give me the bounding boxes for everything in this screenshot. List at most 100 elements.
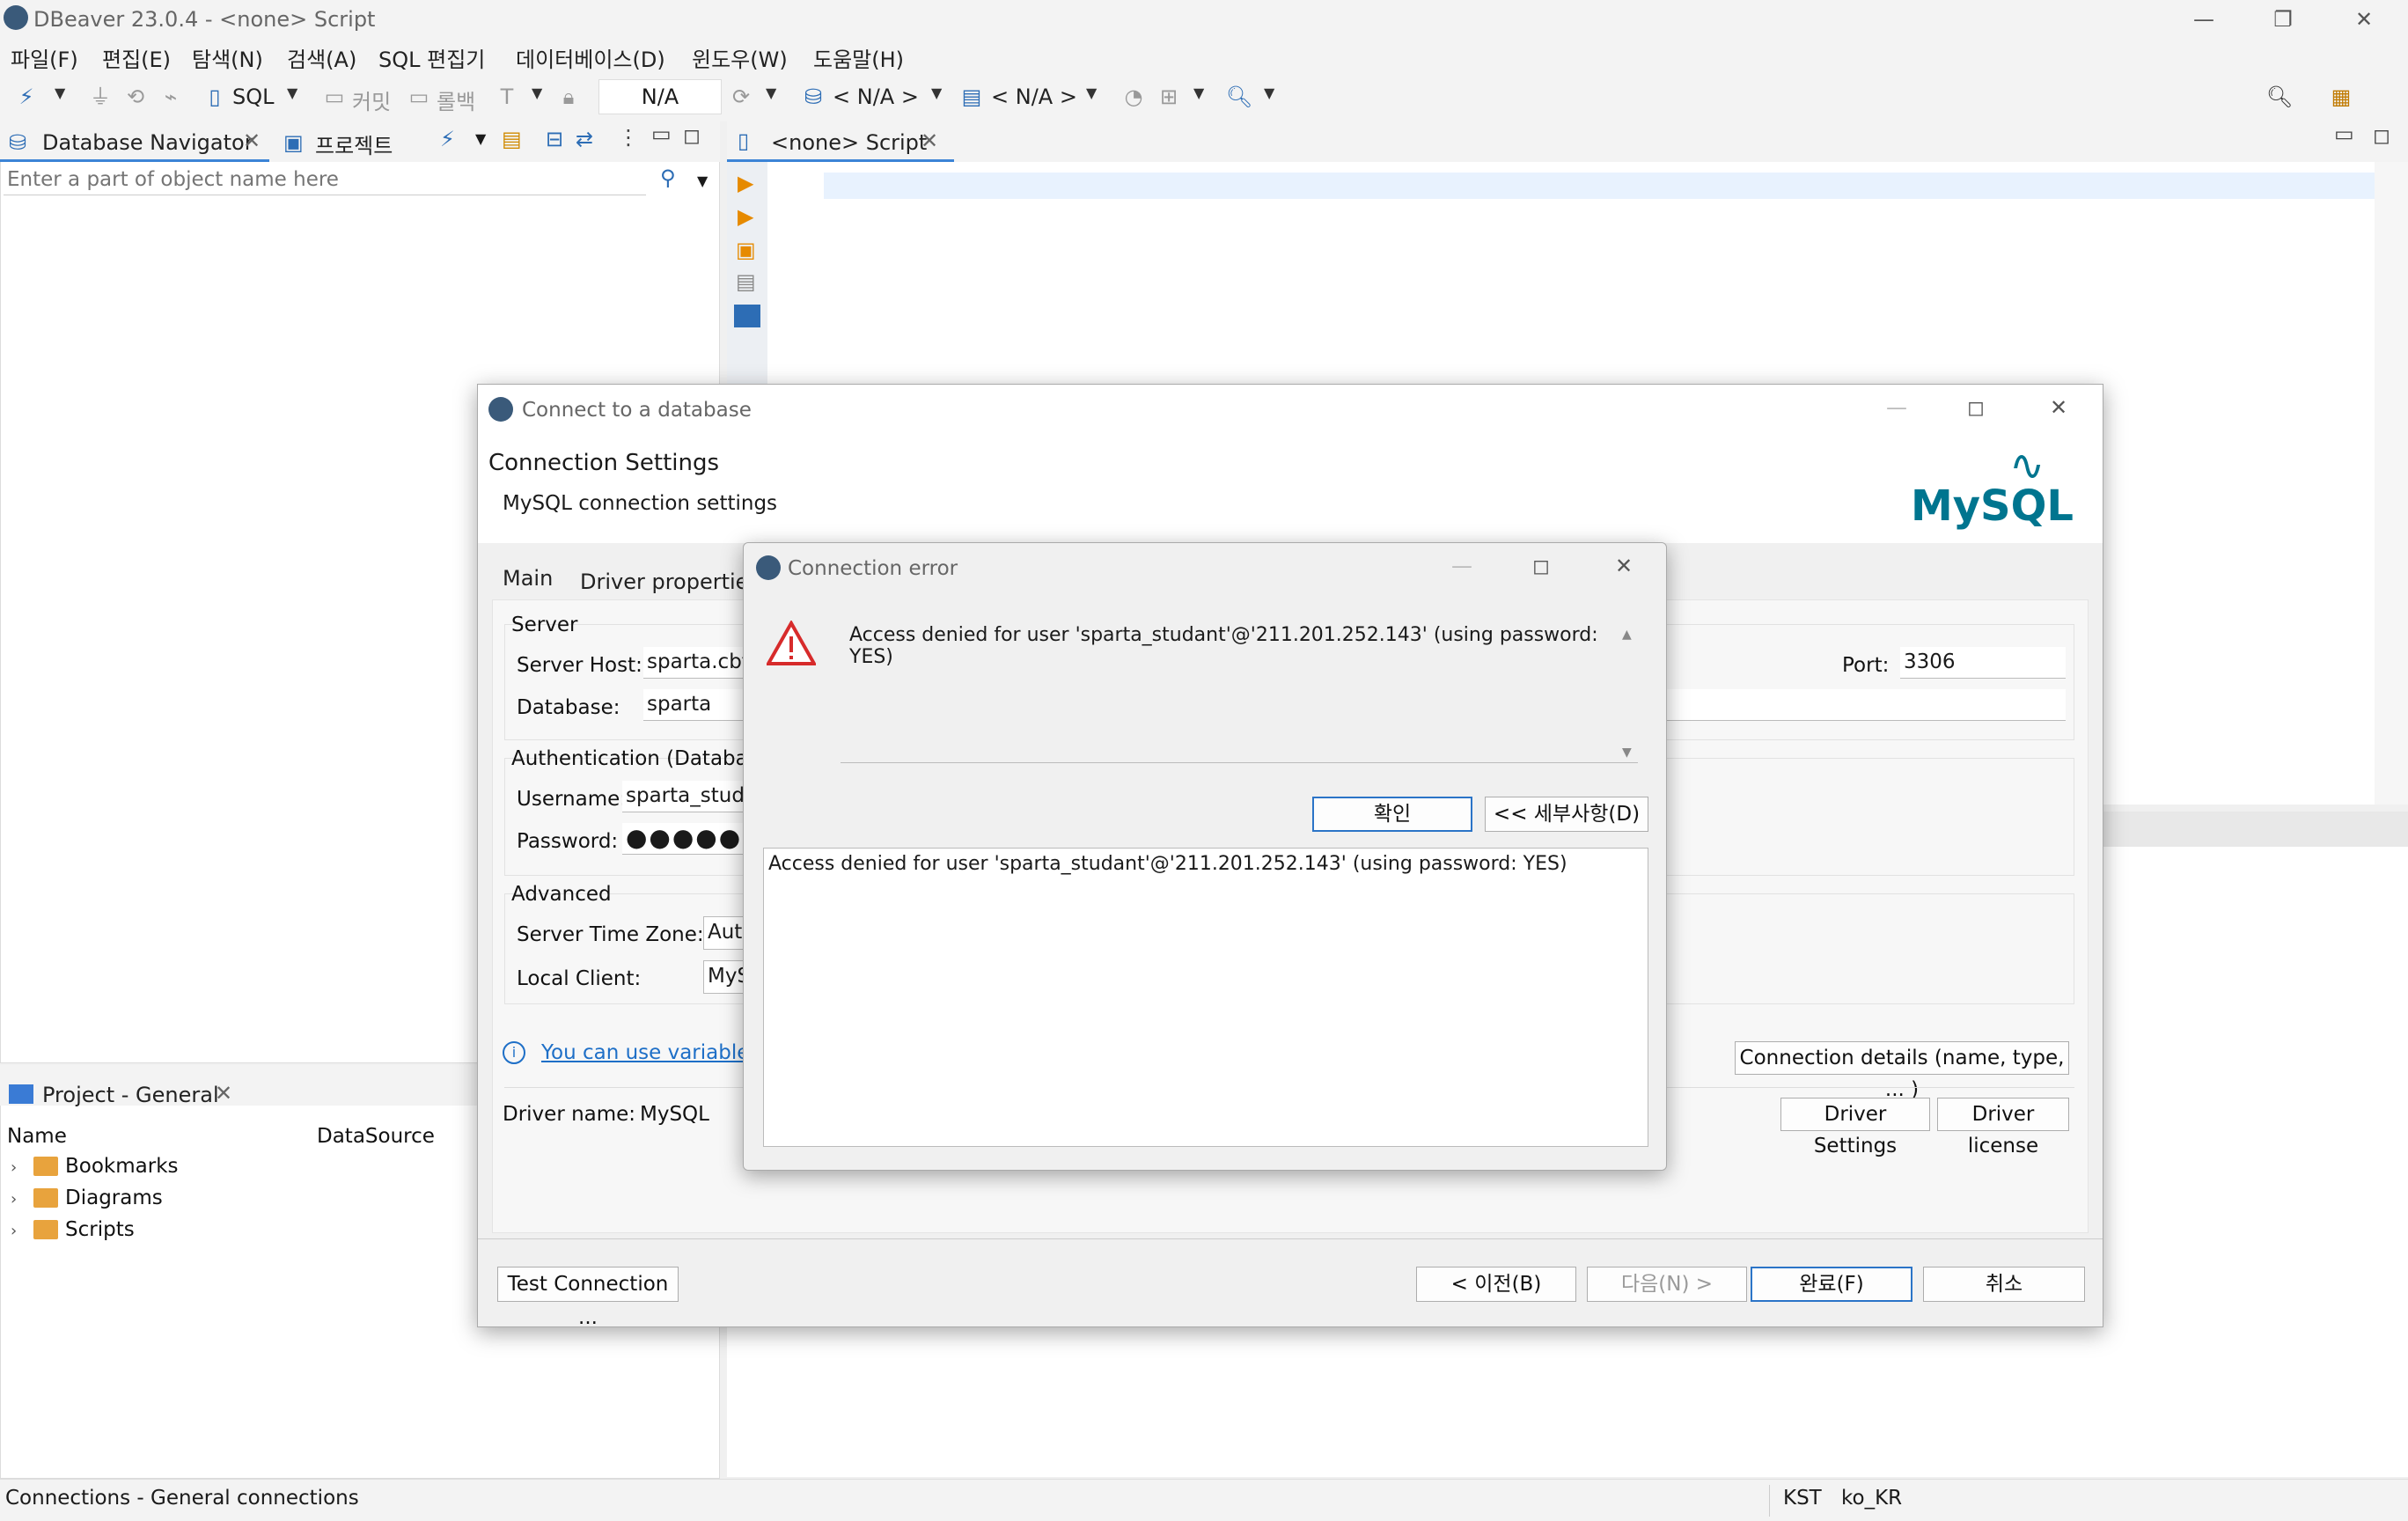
datasource-icon[interactable]: ⛁ [799, 83, 827, 111]
expand-icon[interactable]: › [11, 1190, 17, 1209]
menu-sql-editor[interactable]: SQL 편집기 [378, 42, 485, 73]
scroll-down-icon[interactable]: ▼ [1622, 746, 1632, 760]
collapse-all-icon[interactable]: ⊟ [546, 127, 563, 151]
datasource-dropdown-icon[interactable]: ▼ [931, 84, 942, 101]
history-icon[interactable]: ⟳ [727, 83, 755, 111]
new-connection-icon[interactable]: ⚡ [12, 83, 40, 111]
close-tab-icon[interactable]: ✕ [243, 129, 261, 153]
column-header-datasource[interactable]: DataSource [317, 1125, 435, 1148]
filter-dropdown-icon[interactable]: ▼ [697, 173, 708, 189]
maximize-button[interactable]: ❐ [2257, 4, 2309, 35]
menu-window[interactable]: 윈도우(W) [692, 42, 788, 73]
expand-icon[interactable]: › [11, 1222, 17, 1240]
console-icon[interactable] [734, 305, 760, 327]
sql-dropdown-icon[interactable]: ▼ [287, 84, 297, 101]
back-button[interactable]: < 이전(B) [1416, 1267, 1576, 1302]
transaction-mode-icon[interactable]: T [493, 83, 521, 111]
panel-dropdown-icon[interactable]: ▼ [475, 130, 486, 147]
commit-button[interactable]: 커밋 [352, 84, 391, 115]
menu-search[interactable]: 검색(A) [287, 42, 356, 73]
close-button[interactable]: ✕ [2338, 4, 2390, 35]
details-button[interactable]: << 세부사항(D) [1485, 797, 1648, 832]
link-editor-icon[interactable]: ⇄ [576, 127, 593, 151]
error-close-icon[interactable]: ✕ [1615, 554, 1633, 578]
maximize-editor-icon[interactable]: ◻ [2373, 123, 2390, 148]
column-header-name[interactable]: Name [7, 1125, 67, 1148]
new-folder-icon[interactable]: ▤ [502, 127, 522, 151]
close-script-tab-icon[interactable]: ✕ [921, 129, 938, 153]
schema-icon[interactable]: ▤ [958, 83, 986, 111]
menu-file[interactable]: 파일(F) [11, 42, 78, 73]
execute-script-icon[interactable]: ▣ [736, 238, 756, 262]
tab-driver-properties[interactable]: Driver properties [580, 569, 760, 594]
cancel-button[interactable]: 취소 [1923, 1267, 2085, 1302]
transaction-mode-field[interactable]: N/A [598, 79, 722, 114]
variables-link[interactable]: You can use variables [541, 1041, 760, 1064]
minimize-button[interactable]: — [2177, 4, 2230, 35]
search-dropdown-icon[interactable]: ▼ [1264, 84, 1274, 101]
port-field[interactable]: 3306 [1900, 647, 2066, 679]
sql-editor-button[interactable]: SQL [232, 84, 275, 109]
execute-new-tab-icon[interactable]: ▶ [738, 204, 753, 229]
filter-icon[interactable]: ⚲ [660, 165, 676, 190]
dialog-close-icon[interactable]: ✕ [2050, 395, 2067, 420]
navigator-filter-input[interactable] [4, 164, 646, 195]
driver-settings-button[interactable]: Driver Settings [1780, 1098, 1930, 1157]
explain-plan-icon[interactable]: ▤ [736, 269, 756, 294]
scroll-up-icon[interactable]: ▲ [1622, 628, 1632, 642]
diagram-dropdown-icon[interactable]: ▼ [1193, 84, 1204, 101]
tab-projects[interactable]: 프로젝트 [315, 129, 393, 159]
menu-navigate[interactable]: 탐색(N) [192, 42, 263, 73]
list-item[interactable]: Scripts [65, 1218, 135, 1241]
rollback-button[interactable]: 롤백 [437, 84, 475, 115]
er-diagram-icon[interactable]: ⊞ [1155, 83, 1183, 111]
minimize-editor-icon[interactable]: ▭ [2334, 121, 2354, 146]
schema-selector[interactable]: < N/A > [991, 84, 1077, 109]
list-item[interactable]: Bookmarks [65, 1155, 179, 1178]
execute-statement-icon[interactable]: ▶ [738, 171, 753, 195]
dashboard-icon[interactable]: ◔ [1120, 83, 1148, 111]
tab-main[interactable]: Main [503, 566, 553, 591]
datasource-selector[interactable]: < N/A > [833, 84, 919, 109]
lock-icon[interactable]: 🔒︎ [554, 83, 583, 111]
history-dropdown-icon[interactable]: ▼ [766, 84, 776, 101]
view-menu-icon[interactable]: ⋮ [618, 125, 639, 150]
details-text-area[interactable] [763, 848, 1648, 1147]
menu-database[interactable]: 데이터베이스(D) [516, 42, 665, 73]
close-project-tab-icon[interactable]: ✕ [215, 1081, 232, 1106]
editor-scrollbar[interactable] [2375, 162, 2408, 805]
minimize-panel-icon[interactable]: ▭ [651, 121, 672, 146]
new-connection-panel-icon[interactable]: ⚡ [440, 127, 455, 151]
ok-button[interactable]: 확인 [1312, 797, 1472, 832]
schema-dropdown-icon[interactable]: ▼ [1086, 84, 1097, 101]
perspective-icon[interactable]: ▦ [2327, 83, 2355, 111]
dialog-maximize-icon[interactable]: ◻ [1967, 395, 1985, 420]
next-button[interactable]: 다음(N) > [1587, 1267, 1747, 1302]
connect-icon[interactable]: ⏚ [86, 83, 114, 111]
connection-details-button[interactable]: Connection details (name, type, ... ) [1735, 1041, 2069, 1101]
tab-project-general[interactable]: Project - General [42, 1083, 219, 1107]
commit-icon[interactable]: ▭ [320, 83, 349, 111]
transaction-dropdown-icon[interactable]: ▼ [532, 84, 542, 101]
rollback-icon[interactable]: ▭ [405, 83, 433, 111]
driver-license-button[interactable]: Driver license [1937, 1098, 2069, 1157]
test-connection-button[interactable]: Test Connection ... [497, 1267, 679, 1329]
tab-database-navigator[interactable]: Database Navigator [42, 130, 253, 155]
global-search-icon[interactable]: 🔍︎ [2265, 83, 2294, 111]
maximize-panel-icon[interactable]: ◻ [683, 123, 701, 148]
menu-edit[interactable]: 편집(E) [102, 42, 171, 73]
search-tool-icon[interactable]: 🔍︎ [1225, 83, 1253, 111]
expand-icon[interactable]: › [11, 1158, 17, 1177]
menu-help[interactable]: 도움말(H) [813, 42, 904, 73]
bookmarks-folder-icon [33, 1157, 58, 1176]
new-connection-dropdown-icon[interactable]: ▼ [55, 84, 65, 101]
sql-editor-icon[interactable]: ▯ [201, 83, 229, 111]
invalidate-icon[interactable]: ⟲ [121, 83, 150, 111]
dialog-minimize-icon[interactable]: — [1886, 395, 1907, 420]
tab-script[interactable]: <none> Script [771, 130, 927, 155]
list-item[interactable]: Diagrams [65, 1187, 163, 1209]
error-minimize-icon[interactable]: — [1451, 554, 1472, 578]
finish-button[interactable]: 완료(F) [1751, 1267, 1912, 1302]
error-maximize-icon[interactable]: ◻ [1532, 554, 1550, 578]
disconnect-icon[interactable]: ⌁ [157, 83, 185, 111]
